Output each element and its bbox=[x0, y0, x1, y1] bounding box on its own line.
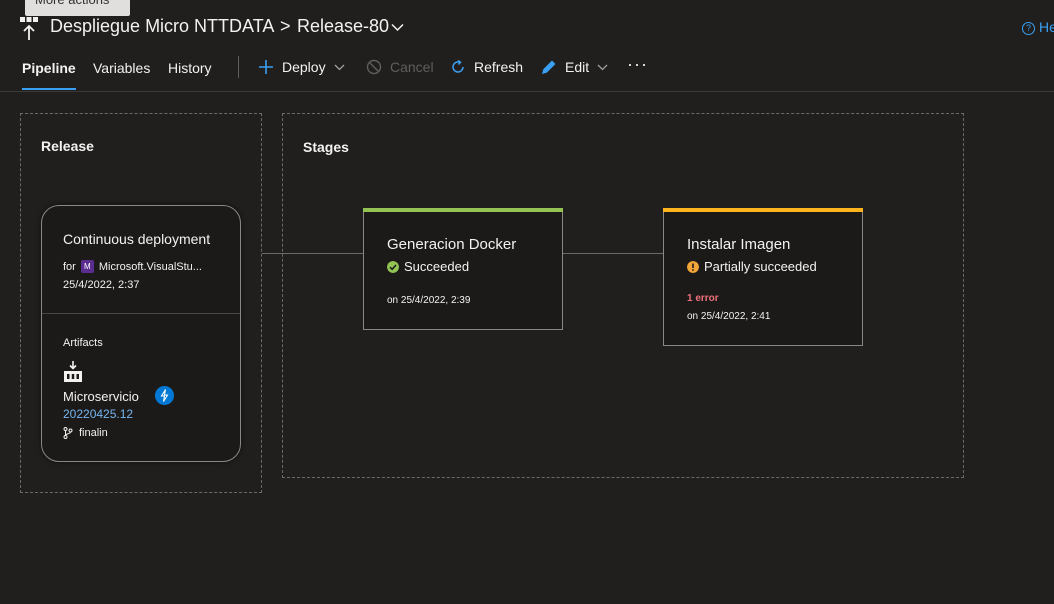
stage-status-label: Succeeded bbox=[404, 259, 470, 274]
stages-panel-title: Stages bbox=[303, 139, 349, 155]
artifacts-label: Artifacts bbox=[63, 337, 103, 349]
release-name[interactable]: Release-80 bbox=[297, 16, 389, 37]
stage-status: Partially succeeded bbox=[687, 259, 817, 274]
pencil-icon bbox=[541, 60, 556, 75]
trigger-card[interactable]: Continuous deployment for M Microsoft.Vi… bbox=[41, 205, 241, 462]
cancel-label: Cancel bbox=[390, 59, 434, 75]
pipeline-name[interactable]: Despliegue Micro NTTDATA bbox=[50, 16, 274, 37]
toolbar: Pipeline Variables History Deploy Cancel… bbox=[0, 50, 1054, 92]
help-link[interactable]: ? He bbox=[1022, 19, 1054, 35]
toolbar-divider bbox=[238, 56, 239, 78]
success-check-icon bbox=[387, 260, 399, 273]
chevron-down-icon bbox=[334, 64, 345, 70]
build-artifact-icon bbox=[64, 361, 82, 382]
stage-connector bbox=[563, 253, 663, 254]
refresh-icon bbox=[452, 59, 464, 73]
stage-status-bar bbox=[363, 208, 563, 212]
refresh-label: Refresh bbox=[474, 59, 524, 75]
stage-card-generacion-docker[interactable]: Generacion Docker Succeeded on 25/4/2022… bbox=[363, 208, 563, 330]
stage-date: on 25/4/2022, 2:41 bbox=[687, 311, 771, 322]
card-divider bbox=[42, 313, 240, 314]
deploy-label: Deploy bbox=[282, 59, 326, 75]
stage-name: Generacion Docker bbox=[387, 236, 517, 253]
stage-card-instalar-imagen[interactable]: Instalar Imagen Partially succeeded 1 er… bbox=[663, 208, 863, 346]
trigger-date: 25/4/2022, 2:37 bbox=[63, 279, 140, 291]
plus-icon bbox=[259, 60, 273, 74]
help-label: He bbox=[1039, 19, 1054, 35]
deploy-button[interactable]: Deploy bbox=[258, 59, 345, 75]
stage-name: Instalar Imagen bbox=[687, 236, 791, 253]
trigger-source: for M Microsoft.VisualStu... bbox=[63, 260, 202, 273]
trigger-source-name: Microsoft.VisualStu... bbox=[98, 260, 202, 273]
release-pipeline-icon bbox=[20, 17, 38, 40]
cancel-icon bbox=[366, 59, 382, 75]
artifact-version-link[interactable]: 20220425.12 bbox=[63, 407, 133, 421]
stage-status-bar bbox=[663, 208, 863, 212]
help-icon: ? bbox=[1022, 22, 1035, 35]
stage-status-label: Partially succeeded bbox=[704, 259, 817, 274]
edit-label: Edit bbox=[565, 59, 590, 75]
source-repo-icon: M bbox=[80, 260, 94, 273]
trigger-title: Continuous deployment bbox=[63, 231, 211, 247]
tab-history[interactable]: History bbox=[168, 60, 212, 90]
artifact-name[interactable]: Microservicio bbox=[63, 389, 139, 404]
continuous-deployment-trigger-icon[interactable] bbox=[155, 386, 174, 405]
stage-error-count[interactable]: 1 error bbox=[687, 293, 719, 304]
more-actions-button[interactable]: ··· bbox=[627, 54, 648, 75]
artifact-branch-name: finalin bbox=[79, 427, 108, 439]
trigger-for-label: for bbox=[63, 260, 76, 273]
chevron-down-icon bbox=[597, 64, 608, 70]
header: Despliegue Micro NTTDATA > Release-80 ? H… bbox=[0, 8, 1054, 48]
warning-icon bbox=[687, 260, 699, 273]
release-panel-title: Release bbox=[41, 138, 94, 154]
refresh-button[interactable]: Refresh bbox=[450, 59, 523, 75]
stage-date: on 25/4/2022, 2:39 bbox=[387, 295, 471, 306]
breadcrumb-separator: > bbox=[280, 16, 291, 36]
artifact-branch: finalin bbox=[63, 427, 108, 439]
tab-variables[interactable]: Variables bbox=[93, 60, 150, 90]
edit-button[interactable]: Edit bbox=[541, 59, 608, 75]
branch-icon bbox=[63, 427, 73, 439]
tab-pipeline[interactable]: Pipeline bbox=[22, 60, 76, 90]
stage-status: Succeeded bbox=[387, 259, 469, 274]
chevron-down-icon[interactable] bbox=[391, 23, 404, 32]
pipeline-connector bbox=[262, 253, 363, 254]
cancel-button[interactable]: Cancel bbox=[366, 59, 434, 75]
